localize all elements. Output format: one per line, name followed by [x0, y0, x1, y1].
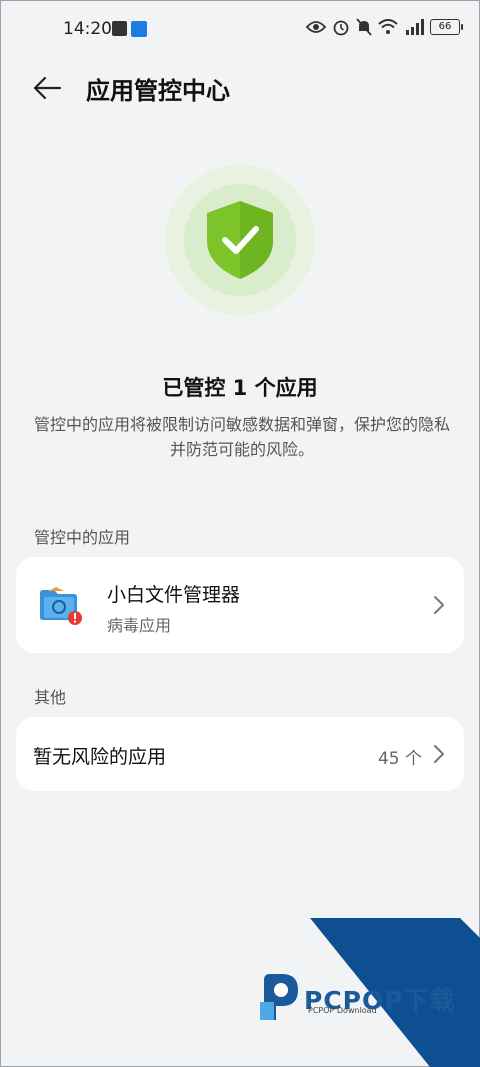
- mute-bell-icon: [356, 18, 372, 36]
- status-time: 14:20: [63, 19, 112, 39]
- alarm-icon: [333, 20, 349, 36]
- signal-5g-icon: [406, 19, 424, 35]
- battery-icon: 66: [430, 19, 463, 35]
- notification-app-icon: [112, 21, 127, 36]
- no-risk-apps-label: 暂无风险的应用: [33, 746, 167, 768]
- app-category: 病毒应用: [107, 616, 172, 635]
- controlled-summary-title: 已管控 1 个应用: [162, 376, 318, 400]
- page-header: 应用管控中心: [0, 62, 480, 114]
- folder-warning-icon: [40, 587, 82, 625]
- back-button[interactable]: [30, 70, 66, 106]
- wifi-icon: [378, 19, 398, 34]
- chevron-right-icon: [434, 745, 444, 763]
- controlled-summary-description: 管控中的应用将被限制访问敏感数据和弹窗，保护您的隐私并防范可能的风险。: [34, 415, 451, 459]
- shield-check-icon: [207, 201, 273, 279]
- no-risk-apps-item[interactable]: 暂无风险的应用 45 个: [16, 717, 464, 791]
- no-risk-apps-count: 45 个: [377, 749, 422, 769]
- watermark-subtitle: PCPOP Download: [308, 1006, 377, 1015]
- list-item[interactable]: 小白文件管理器 病毒应用: [16, 557, 464, 653]
- app-name: 小白文件管理器: [107, 584, 241, 606]
- section-label-controlled: 管控中的应用: [34, 528, 131, 547]
- notification-app2-icon: [131, 21, 147, 37]
- status-bar: 14:20 66: [0, 0, 480, 56]
- section-label-other: 其他: [34, 688, 67, 707]
- watermark-logo-icon: [260, 974, 298, 1020]
- chevron-right-icon: [434, 596, 444, 614]
- eye-icon: [306, 21, 326, 33]
- status-icons: 66: [306, 18, 463, 36]
- shield-illustration: [165, 165, 315, 315]
- arrow-left-icon: [33, 76, 62, 100]
- page-title: 应用管控中心: [86, 77, 230, 105]
